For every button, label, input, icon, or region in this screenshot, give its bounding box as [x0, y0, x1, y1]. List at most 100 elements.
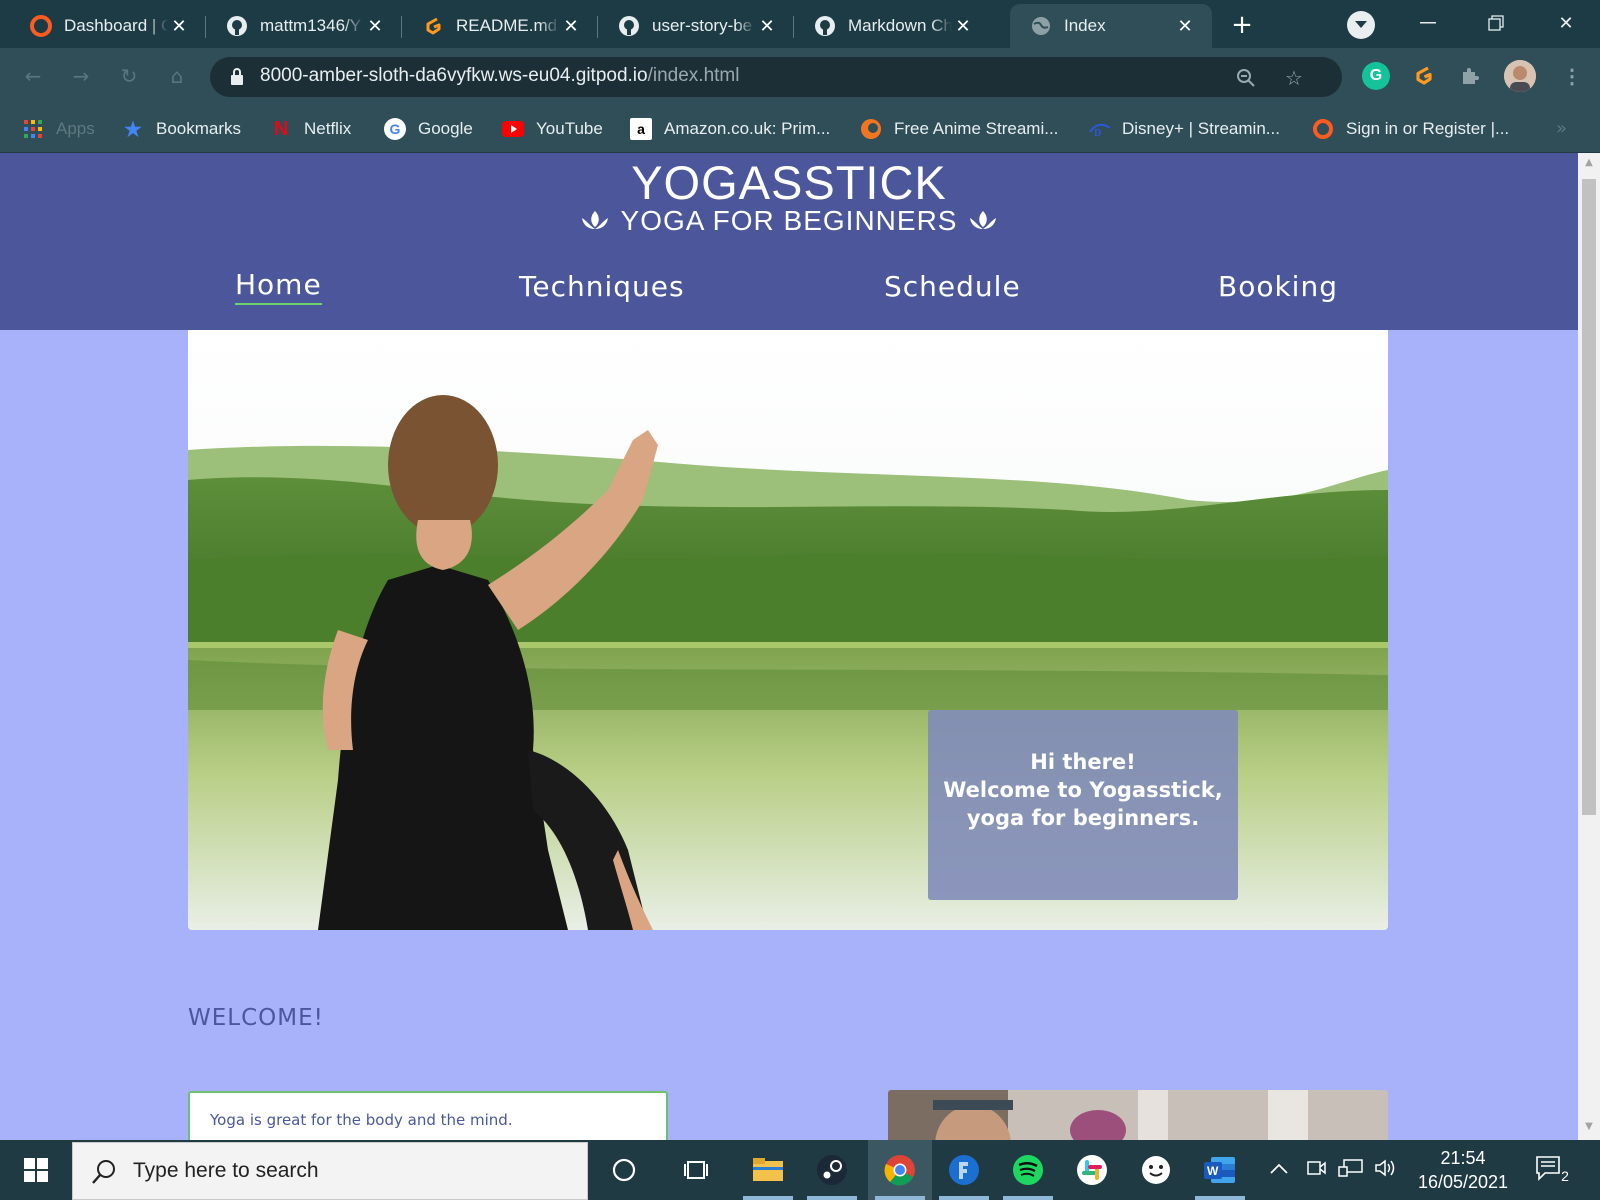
youtube-icon — [502, 118, 524, 140]
bookmark-label: Disney+ | Streamin... — [1122, 119, 1280, 138]
close-icon[interactable]: ✕ — [560, 15, 582, 37]
address-bar[interactable]: 8000-amber-sloth-da6vyfkw.ws-eu04.gitpod… — [210, 57, 1342, 97]
taskbar-clock[interactable]: 21:54 16/05/2021 — [1408, 1146, 1518, 1194]
grammarly-icon[interactable]: G — [1362, 62, 1390, 90]
spotify-open-indicator — [1003, 1196, 1053, 1200]
cortana-icon[interactable] — [604, 1150, 644, 1190]
nav-home[interactable]: Home — [235, 267, 322, 305]
extensions-puzzle-icon[interactable] — [1456, 62, 1484, 90]
file-explorer-icon[interactable] — [748, 1150, 788, 1190]
site-header: YOGASSTICK YOGA FOR BEGINNERS Home Techn… — [0, 153, 1578, 330]
volume-icon[interactable] — [1374, 1158, 1400, 1183]
meet-now-icon[interactable] — [1306, 1158, 1326, 1183]
profile-avatar[interactable] — [1504, 60, 1536, 92]
back-arrow-icon[interactable]: ← — [18, 61, 48, 91]
tab-readme[interactable]: README.md ✕ — [402, 4, 598, 48]
bookmarks-bar: Apps ★ Bookmarks N Netflix G Google YouT… — [0, 104, 1600, 152]
scrollbar-thumb[interactable] — [1582, 179, 1596, 815]
page-scrollbar[interactable]: ▲ ▼ — [1578, 153, 1600, 1140]
restore-icon[interactable] — [1476, 8, 1516, 38]
gitpod-extension-icon[interactable] — [1410, 62, 1438, 90]
github-icon — [226, 15, 248, 37]
disney-icon: D — [1088, 118, 1110, 140]
bookmark-bookmarks[interactable]: ★ Bookmarks — [122, 116, 241, 142]
word-icon[interactable]: W — [1200, 1150, 1240, 1190]
bookmark-youtube[interactable]: YouTube — [502, 116, 603, 142]
site-brand[interactable]: YOGASSTICK — [0, 153, 1578, 213]
bookmark-star-icon[interactable]: ☆ — [1282, 66, 1306, 90]
scroll-down-arrow-icon[interactable]: ▼ — [1583, 1121, 1595, 1133]
hero-image: Hi there! Welcome to Yogasstick, yoga fo… — [188, 330, 1388, 930]
tab-user-story[interactable]: user-story-be ✕ — [598, 4, 794, 48]
tab-github-repo[interactable]: mattm1346/Y ✕ — [206, 4, 402, 48]
steam-icon[interactable] — [812, 1150, 852, 1190]
bookmark-google[interactable]: G Google — [384, 116, 473, 142]
word-open-indicator — [1195, 1196, 1245, 1200]
slack-icon[interactable] — [1072, 1150, 1112, 1190]
taskbar-search-box[interactable]: Type here to search — [72, 1142, 588, 1200]
window-close-icon[interactable]: ✕ — [1546, 8, 1586, 38]
clock-time: 21:54 — [1440, 1148, 1486, 1168]
url-host: 8000-amber-sloth-da6vyfkw.ws-eu04.gitpod… — [260, 65, 648, 86]
url-text: 8000-amber-sloth-da6vyfkw.ws-eu04.gitpod… — [260, 65, 739, 87]
scroll-up-arrow-icon[interactable]: ▲ — [1583, 157, 1595, 169]
class-photo — [888, 1090, 1388, 1140]
home-icon[interactable]: ⌂ — [162, 61, 192, 91]
intro-text: Yoga is great for the body and the mind. — [210, 1111, 513, 1129]
minimize-icon[interactable] — [1408, 8, 1448, 38]
amazon-icon: a — [630, 118, 652, 140]
smiley-app-icon[interactable] — [1136, 1150, 1176, 1190]
nav-techniques[interactable]: Techniques — [519, 267, 685, 307]
intro-card: Yoga is great for the body and the mind. — [188, 1091, 668, 1140]
windows-start-icon[interactable] — [0, 1140, 72, 1200]
network-icon[interactable] — [1338, 1158, 1364, 1183]
bookmark-label: Amazon.co.uk: Prim... — [664, 119, 831, 138]
new-tab-plus-icon[interactable]: + — [1226, 9, 1258, 41]
app-shield-icon[interactable] — [944, 1150, 984, 1190]
tab-title: Dashboard | C — [64, 16, 168, 35]
tab-search-chevron-icon[interactable] — [1347, 11, 1375, 39]
bookmarks-overflow-chevron-icon[interactable]: » — [1556, 118, 1567, 139]
tray-overflow-chevron-icon[interactable] — [1270, 1158, 1288, 1179]
spotify-icon[interactable] — [1008, 1150, 1048, 1190]
svg-text:W: W — [1207, 1164, 1219, 1178]
windows-taskbar: Type here to search W 21:54 16/05/2021 2 — [0, 1140, 1600, 1200]
chrome-icon[interactable] — [880, 1150, 920, 1190]
tab-title: user-story-be — [652, 16, 753, 35]
lock-icon — [230, 68, 244, 90]
tab-index[interactable]: Index ✕ — [1010, 4, 1212, 48]
hero-greeting: Hi there! — [1030, 750, 1136, 774]
tab-dashboard[interactable]: Dashboard | C ✕ — [10, 4, 206, 48]
zoom-icon[interactable] — [1234, 66, 1258, 90]
close-icon[interactable]: ✕ — [1174, 15, 1196, 37]
browser-menu-kebab-icon[interactable]: ⋮ — [1558, 62, 1586, 90]
bookmark-disney[interactable]: D Disney+ | Streamin... — [1088, 116, 1280, 142]
close-icon[interactable]: ✕ — [364, 15, 386, 37]
bookmark-sign-in[interactable]: Sign in or Register |... — [1312, 116, 1509, 142]
forward-arrow-icon[interactable]: → — [66, 61, 96, 91]
bookmark-label: Sign in or Register |... — [1346, 119, 1510, 138]
tab-markdown[interactable]: Markdown Ch ✕ — [794, 4, 990, 48]
lotus-icon — [581, 211, 608, 229]
bookmark-label: Bookmarks — [156, 119, 242, 138]
bookmark-netflix[interactable]: N Netflix — [270, 116, 351, 142]
site-tagline: YOGA FOR BEGINNERS — [0, 205, 1578, 237]
tab-title: README.md — [456, 16, 558, 35]
nav-booking[interactable]: Booking — [1218, 267, 1338, 307]
nav-schedule[interactable]: Schedule — [884, 267, 1021, 307]
bookmark-apps[interactable]: Apps — [22, 116, 95, 142]
hero-subline: yoga for beginners. — [966, 806, 1200, 830]
task-view-icon[interactable] — [676, 1150, 716, 1190]
bookmark-amazon[interactable]: a Amazon.co.uk: Prim... — [630, 116, 830, 142]
bookmark-anime[interactable]: Free Anime Streami... — [860, 116, 1058, 142]
close-icon[interactable]: ✕ — [952, 15, 974, 37]
notification-count-badge: 2 — [1561, 1168, 1569, 1184]
close-icon[interactable]: ✕ — [168, 15, 190, 37]
search-icon — [91, 1159, 117, 1189]
hero-welcome-box: Hi there! Welcome to Yogasstick, yoga fo… — [928, 710, 1238, 900]
reload-icon[interactable]: ↻ — [114, 61, 144, 91]
bookmark-label: Free Anime Streami... — [894, 119, 1059, 138]
tab-title: Markdown Ch — [848, 16, 952, 35]
star-icon: ★ — [124, 118, 142, 141]
close-icon[interactable]: ✕ — [756, 15, 778, 37]
